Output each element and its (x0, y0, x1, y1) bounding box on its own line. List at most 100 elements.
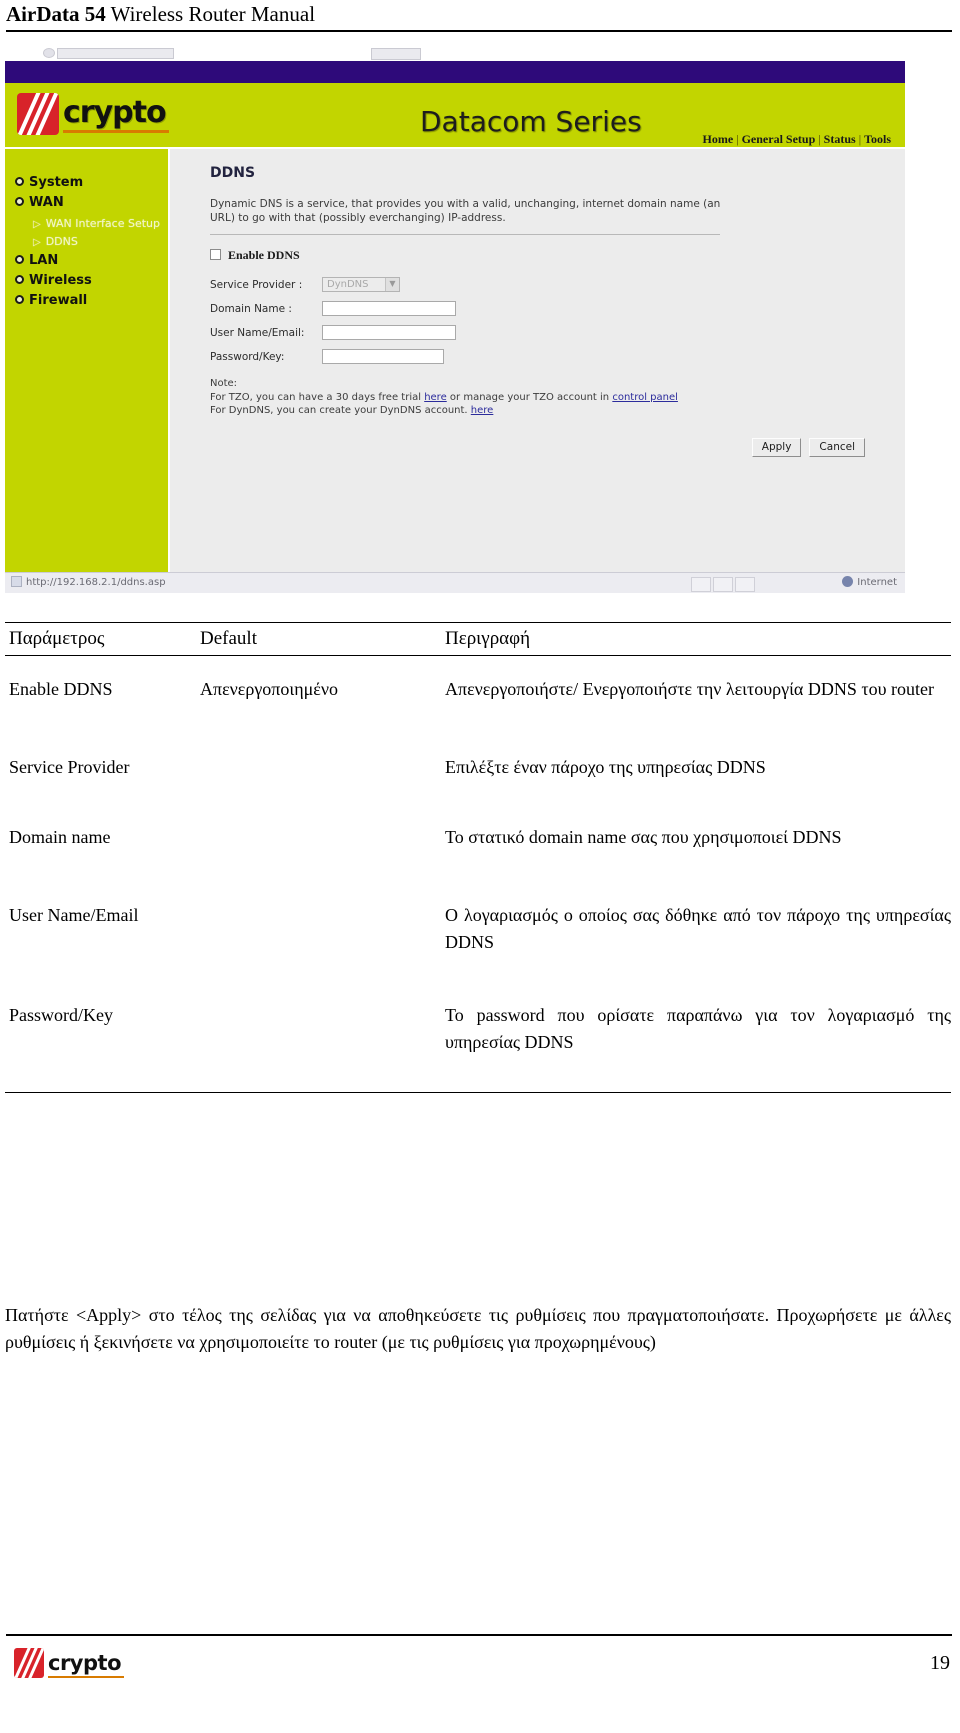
radio-bullet-icon (15, 177, 24, 186)
page-number: 19 (930, 1652, 950, 1674)
radio-bullet-icon (15, 275, 24, 284)
chevron-down-icon: ▼ (385, 278, 399, 291)
nav-separator: | (736, 132, 739, 146)
apply-footnote: Πατήστε <Apply> στο τέλος της σελίδας γι… (5, 1305, 951, 1352)
table-row: Service Provider Επιλέξτε έναν πάροχο τη… (5, 754, 951, 824)
row-default: Απενεργοποιημένο (200, 679, 338, 699)
nav-item-home[interactable]: Home (703, 132, 734, 146)
sidebar-item-firewall[interactable]: Firewall (15, 293, 87, 308)
row-parameter: Password/Key (9, 1005, 113, 1025)
footer-crypto-logo: crypto (14, 1646, 184, 1686)
row-description: Ο λογαριασμός ο οποίος σας δόθηκε από το… (445, 905, 951, 952)
nav-item-general-setup[interactable]: General Setup (742, 132, 816, 146)
table-header-row: Παράμετρος Default Περιγραφή (5, 623, 951, 655)
password-key-input[interactable] (322, 349, 444, 364)
sidebar-subitem-ddns[interactable]: ▷ DDNS (33, 235, 78, 248)
router-sidebar: System WAN ▷ WAN Interface Setup ▷ DDNS LA… (5, 147, 168, 572)
page-icon (11, 576, 22, 587)
row-description: Απενεργοποιήστε/ Ενεργοποιήστε την λειτο… (445, 679, 934, 699)
radio-bullet-icon (15, 197, 24, 206)
window-titlebar (5, 61, 905, 83)
sidebar-item-label: Firewall (29, 293, 88, 308)
browser-chrome-strip (5, 48, 905, 61)
nav-separator: | (858, 132, 862, 146)
triangle-right-icon: ▷ (33, 237, 41, 248)
field-label: Domain Name : (210, 303, 292, 315)
row-description: Το στατικό domain name σας που χρησιμοπο… (445, 827, 842, 847)
column-header-default: Default (200, 628, 257, 649)
panel-description: Dynamic DNS is a service, that provides … (210, 198, 721, 224)
note-dyndns-text-a: For DynDNS, you can create your DynDNS a… (210, 405, 471, 416)
enable-ddns-row[interactable]: Enable DDNS (210, 248, 300, 263)
note-block: Note: For TZO, you can have a 30 days fr… (210, 377, 678, 418)
crypto-logo-wordmark: crypto (63, 95, 167, 130)
page-header: AirData 54 Wireless Router Manual (0, 0, 960, 34)
enable-ddns-checkbox[interactable] (210, 249, 221, 260)
table-bottom-rule (5, 1092, 951, 1093)
chrome-artifact-bar-right (371, 48, 421, 60)
crypto-logo-icon (17, 93, 59, 135)
note-tzo-control-panel-link[interactable]: control panel (612, 392, 678, 403)
row-parameter: Enable DDNS (9, 679, 113, 699)
note-dyndns-link[interactable]: here (471, 405, 494, 416)
router-ui-screenshot: crypto Datacom Series Home | General Setup… (5, 48, 905, 593)
enable-ddns-label: Enable DDNS (228, 248, 300, 262)
field-label: User Name/Email: (210, 327, 305, 339)
note-tzo-text-b: or manage your TZO account in (446, 391, 613, 403)
sidebar-subitem-wan-interface-setup[interactable]: ▷ WAN Interface Setup (33, 217, 160, 230)
browser-statusbar: http://192.168.2.1/ddns.asp Internet (5, 572, 905, 593)
sidebar-item-lan[interactable]: LAN (15, 253, 58, 268)
nav-item-status[interactable]: Status (824, 132, 856, 146)
footer-divider (6, 1634, 952, 1636)
service-provider-value: DynDNS (327, 279, 369, 290)
row-description: Επιλέξτε έναν πάροχο της υπηρεσίας DDNS (445, 757, 766, 777)
chrome-artifact-circle (43, 48, 55, 58)
manual-title: AirData 54 Wireless Router Manual (6, 2, 315, 27)
radio-bullet-icon (15, 295, 24, 304)
router-body: System WAN ▷ WAN Interface Setup ▷ DDNS LA… (5, 147, 905, 572)
header-divider (6, 30, 952, 32)
router-masthead: crypto Datacom Series Home | General Setup… (5, 83, 905, 147)
sidebar-subitem-label: WAN Interface Setup (45, 217, 160, 230)
manual-title-model: AirData 54 (6, 2, 106, 26)
parameter-table: Παράμετρος Default Περιγραφή Enable DDNS… (5, 622, 951, 1093)
row-parameter: User Name/Email (9, 905, 139, 925)
sidebar-item-system[interactable]: System (15, 175, 83, 190)
top-navigation: Home | General Setup | Status | Tools (703, 132, 891, 147)
column-header-parameter: Παράμετρος (9, 628, 105, 649)
footer-logo-wordmark: crypto (48, 1651, 122, 1675)
table-row: Enable DDNS Απενεργοποιημένο Απενεργοποι… (5, 656, 951, 754)
footer-logo-underline (48, 1676, 124, 1678)
column-header-description: Περιγραφή (445, 628, 531, 649)
row-parameter: Domain name (9, 827, 111, 847)
statusbar-slots (691, 577, 777, 592)
series-title: Datacom Series (420, 105, 642, 138)
router-main-panel: DDNS Dynamic DNS is a service, that prov… (168, 147, 905, 572)
user-name-email-input[interactable] (322, 325, 456, 340)
sidebar-item-wan[interactable]: WAN (15, 195, 64, 210)
sidebar-item-label: System (29, 175, 84, 190)
field-label: Service Provider : (210, 279, 303, 291)
nav-item-tools[interactable]: Tools (864, 132, 891, 146)
sidebar-subitem-label: DDNS (45, 235, 78, 248)
note-tzo-trial-link[interactable]: here (424, 392, 447, 403)
statusbar-zone-text: Internet (857, 577, 897, 588)
crypto-logo-underline (63, 130, 169, 133)
triangle-right-icon: ▷ (33, 219, 41, 230)
statusbar-url-text: http://192.168.2.1/ddns.asp (26, 577, 166, 588)
apply-button[interactable]: Apply (751, 438, 802, 457)
domain-name-input[interactable] (322, 301, 456, 316)
sidebar-item-wireless[interactable]: Wireless (15, 273, 92, 288)
cancel-button[interactable]: Cancel (809, 438, 865, 457)
nav-separator: | (818, 132, 821, 146)
chrome-artifact-bar-left (57, 48, 174, 59)
note-line-tzo: For TZO, you can have a 30 days free tri… (210, 391, 678, 405)
service-provider-select[interactable]: DynDNS ▼ (322, 277, 400, 292)
table-row: User Name/Email Ο λογαριασμός ο οποίος σ… (5, 902, 951, 1002)
sidebar-item-label: WAN (29, 195, 64, 210)
radio-bullet-icon (15, 255, 24, 264)
field-label: Password/Key: (210, 351, 285, 363)
panel-title: DDNS (210, 165, 256, 181)
table-row: Domain name Το στατικό domain name σας π… (5, 824, 951, 902)
crypto-logo-icon (14, 1648, 44, 1678)
